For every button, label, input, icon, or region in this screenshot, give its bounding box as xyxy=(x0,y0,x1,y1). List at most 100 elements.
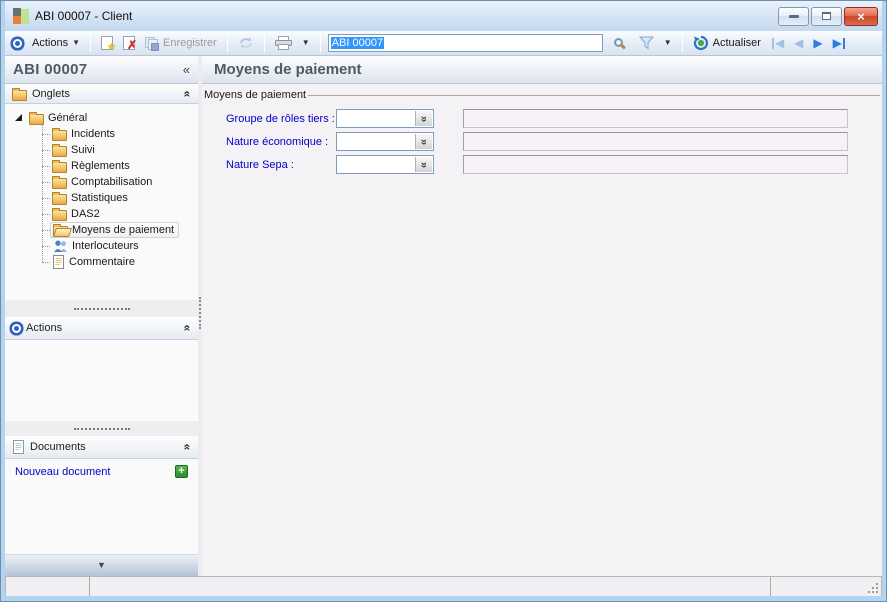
tree-item-das2[interactable]: DAS2 xyxy=(5,206,198,222)
new-document-icon: ★ xyxy=(101,36,116,53)
record-search-input[interactable]: ABI 00007 xyxy=(327,34,603,52)
panel-header-documents[interactable]: Documents « xyxy=(5,436,198,459)
nature-economique-combobox[interactable]: « xyxy=(336,132,434,151)
actualiser-icon xyxy=(693,35,708,51)
nav-last-button[interactable]: ▶ xyxy=(830,36,849,50)
sidebar-collapse-button[interactable]: « xyxy=(183,62,190,77)
status-cell xyxy=(6,577,90,596)
tree-item-label: DAS2 xyxy=(71,208,100,220)
filter-funnel-icon xyxy=(638,36,654,50)
client-area: ABI 00007 « Onglets « Général Incidents … xyxy=(5,56,882,576)
arrow-right-icon: ▶ xyxy=(813,36,823,50)
actions-target-icon xyxy=(15,40,20,46)
field-label-nature-economique: Nature économique : xyxy=(226,135,329,148)
tree-item-general[interactable]: Général xyxy=(5,109,198,126)
panel-header-actions[interactable]: Actions « xyxy=(5,317,198,340)
search-button[interactable] xyxy=(607,34,632,53)
tree-item-commentaire[interactable]: Commentaire xyxy=(5,254,198,270)
tree-item-label: Suivi xyxy=(71,144,95,156)
nature-sepa-combobox[interactable]: « xyxy=(336,155,434,174)
folder-icon xyxy=(52,208,67,221)
save-icon xyxy=(145,36,159,51)
nav-previous-button[interactable]: ◀ xyxy=(791,36,806,50)
chevron-up-icon: « xyxy=(180,90,195,97)
sidebar-header: ABI 00007 « xyxy=(5,56,198,84)
tree-item-moyens-de-paiement[interactable]: Moyens de paiement xyxy=(5,222,198,238)
main-header: Moyens de paiement xyxy=(202,56,882,84)
first-record-icon xyxy=(771,37,774,49)
tree-item-label: Interlocuteurs xyxy=(72,240,139,252)
panel-onglets-label: Onglets xyxy=(32,87,70,100)
folder-icon xyxy=(52,160,67,173)
selected-tree-item[interactable]: Moyens de paiement xyxy=(50,222,180,238)
folder-icon xyxy=(52,144,67,157)
minimize-button[interactable] xyxy=(778,6,809,26)
print-button[interactable] xyxy=(272,34,295,52)
status-cell xyxy=(90,577,771,596)
refresh-icon xyxy=(239,37,252,49)
record-id-title: ABI 00007 xyxy=(13,61,88,78)
tree-item-label: Comptabilisation xyxy=(71,176,153,188)
refresh-button[interactable] xyxy=(235,34,257,52)
chevron-down-icon: ▼ xyxy=(97,560,106,570)
tree-item-incidents[interactable]: Incidents xyxy=(5,126,198,142)
resize-grip-icon[interactable] xyxy=(876,591,878,593)
tree-item-reglements[interactable]: Règlements xyxy=(5,158,198,174)
refresh-data-button[interactable]: Actualiser xyxy=(690,33,764,53)
filter-options-button[interactable]: ▼ xyxy=(661,37,675,49)
combobox-dropdown-button[interactable]: « xyxy=(415,111,432,126)
sidebar-bottom-bar[interactable]: ▼ xyxy=(5,554,198,576)
filter-button[interactable] xyxy=(636,34,657,52)
tree-item-label: Général xyxy=(48,111,88,124)
groupbox-label: Moyens de paiement xyxy=(204,89,307,101)
new-button[interactable]: ★ xyxy=(98,34,116,53)
form-row: Nature Sepa : « xyxy=(202,153,882,176)
save-label: Enregistrer xyxy=(163,37,217,49)
restore-button[interactable] xyxy=(811,6,842,26)
tree-connector xyxy=(42,197,50,199)
tree-connector xyxy=(42,181,50,183)
panel-actions-label: Actions xyxy=(26,322,63,334)
new-document-link[interactable]: Nouveau document xyxy=(15,466,110,478)
toolbar-separator xyxy=(263,34,265,52)
payment-form: Groupe de rôles tiers : « Nature économi… xyxy=(202,107,882,176)
tree-expander-icon[interactable] xyxy=(15,114,22,121)
save-button[interactable]: Enregistrer xyxy=(142,35,220,52)
tree-item-suivi[interactable]: Suivi xyxy=(5,142,198,158)
groupe-roles-tiers-combobox[interactable]: « xyxy=(336,109,434,128)
combobox-dropdown-button[interactable]: « xyxy=(415,134,432,149)
tree-item-statistiques[interactable]: Statistiques xyxy=(5,190,198,206)
panel-splitter[interactable] xyxy=(5,300,198,317)
panel-splitter[interactable] xyxy=(5,421,198,436)
form-row: Groupe de rôles tiers : « xyxy=(202,107,882,130)
tree-children: Incidents Suivi Règlements Comptabilisat… xyxy=(5,123,198,270)
tree-connector xyxy=(42,165,50,167)
toolbar: Actions ▼ ★ ✗ Enregistrer ▼ ABI 00007 ▼ … xyxy=(5,31,882,56)
tree-item-interlocuteurs[interactable]: Interlocuteurs xyxy=(5,238,198,254)
groupe-roles-tiers-description-field[interactable] xyxy=(463,109,848,128)
add-document-button[interactable]: + xyxy=(175,465,188,478)
panel-documents-label: Documents xyxy=(30,441,86,453)
folder-icon xyxy=(52,128,67,141)
folder-icon xyxy=(52,176,67,189)
tree-connector xyxy=(42,149,50,151)
tree-item-comptabilisation[interactable]: Comptabilisation xyxy=(5,174,198,190)
delete-button[interactable]: ✗ xyxy=(120,34,138,52)
people-icon xyxy=(54,240,67,252)
panel-header-onglets[interactable]: Onglets « xyxy=(5,84,198,104)
nav-next-button[interactable]: ▶ xyxy=(810,36,825,50)
status-bar xyxy=(5,576,882,596)
splitter-grip-icon xyxy=(199,297,201,329)
close-button[interactable]: × xyxy=(844,6,878,26)
nav-first-button[interactable]: ◀ xyxy=(768,36,787,50)
nature-sepa-description-field[interactable] xyxy=(463,155,848,174)
combobox-dropdown-button[interactable]: « xyxy=(415,157,432,172)
last-record-icon xyxy=(842,37,845,49)
page-title: Moyens de paiement xyxy=(214,61,362,78)
sidebar-splitter[interactable] xyxy=(198,56,202,576)
actions-menu-button[interactable]: Actions ▼ xyxy=(29,35,83,51)
toolbar-separator xyxy=(681,34,683,52)
print-options-button[interactable]: ▼ xyxy=(299,37,313,49)
nature-economique-description-field[interactable] xyxy=(463,132,848,151)
actions-menu-label: Actions xyxy=(32,37,69,49)
